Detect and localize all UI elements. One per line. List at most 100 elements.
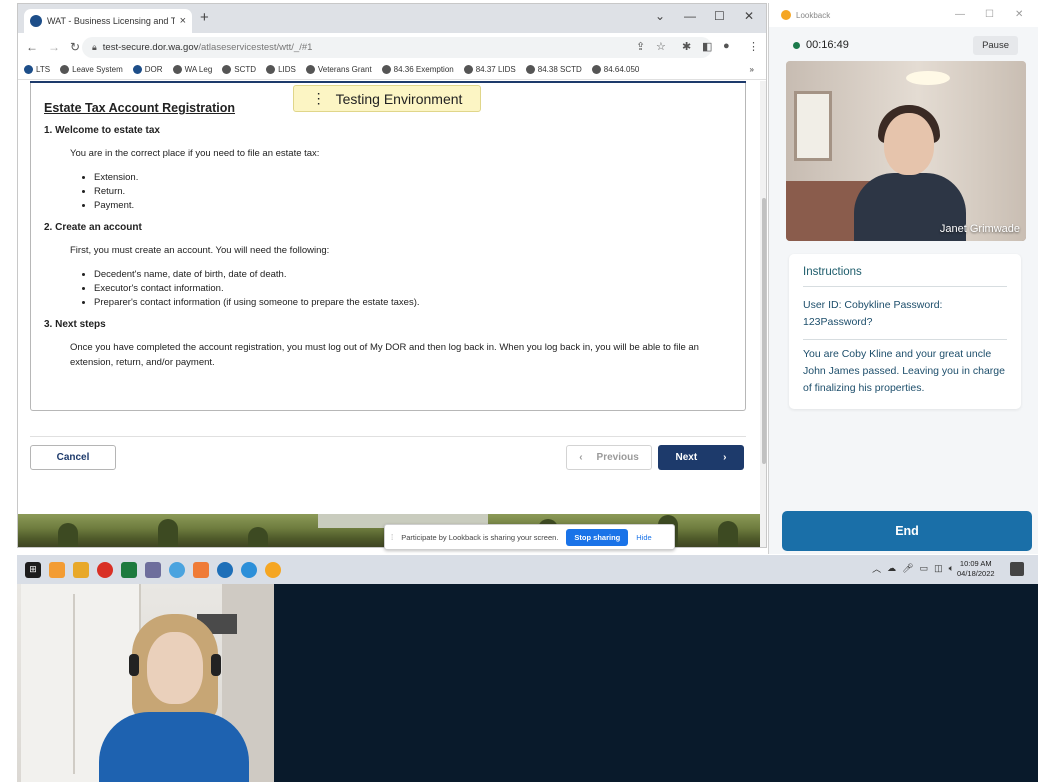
teams-icon[interactable] — [193, 561, 209, 578]
minimize-button[interactable]: — — [684, 9, 696, 23]
instructions-title: Instructions — [803, 266, 1007, 287]
timer-value: 00:16:49 — [806, 39, 849, 51]
end-session-button[interactable]: End — [782, 511, 1032, 551]
scrollbar-thumb[interactable] — [762, 198, 766, 464]
bookmark-item[interactable]: 84.38 SCTD — [525, 65, 582, 74]
bookmark-item[interactable]: LIDS — [266, 65, 296, 74]
chevron-up-icon[interactable]: ︿ — [872, 562, 881, 575]
new-tab-button[interactable]: + — [200, 9, 209, 26]
lock-icon: 🔒︎ — [92, 42, 97, 52]
start-button-icon[interactable]: ⊞ — [25, 561, 41, 578]
list-item: Payment. — [94, 199, 745, 213]
section-2-heading: 2. Create an account — [44, 222, 142, 233]
bookmark-item[interactable]: 84.37 LIDS — [463, 65, 516, 74]
bookmark-icon — [172, 65, 182, 74]
globe-icon — [525, 65, 535, 74]
lookback-taskbar-icon[interactable] — [265, 561, 281, 578]
bookmark-item[interactable]: Veterans Grant — [305, 65, 372, 74]
drag-handle-icon[interactable]: ⁞ — [391, 533, 393, 542]
video-person-face — [884, 113, 934, 175]
next-label: Next — [675, 452, 698, 463]
cancel-button[interactable]: Cancel — [30, 445, 116, 470]
instructions-divider — [803, 339, 1007, 340]
hide-button[interactable]: Hide — [636, 533, 651, 542]
tree-shape — [248, 527, 268, 547]
app-icon[interactable] — [145, 561, 161, 578]
cam-cabinet-seam — [73, 594, 75, 774]
tab-search-icon[interactable]: ⌄ — [655, 9, 665, 23]
minimize-button[interactable]: — — [955, 9, 965, 20]
tab-strip: WAT - Business Licensing and Tax × + ⌄ —… — [18, 4, 766, 33]
close-window-button[interactable]: ✕ — [1015, 9, 1023, 20]
taskbar-clock[interactable]: 10:09 AM 04/18/2022 — [957, 559, 995, 579]
clock-time: 10:09 AM — [959, 559, 992, 568]
battery-icon[interactable]: ▭ — [920, 563, 929, 574]
menu-dots-icon[interactable]: ⋮ — [748, 40, 759, 53]
network-icon[interactable]: ◫ — [934, 563, 943, 574]
section-3-heading: 3. Next steps — [44, 319, 106, 330]
forward-arrow-icon[interactable]: → — [48, 40, 60, 54]
stop-sharing-button[interactable]: Stop sharing — [566, 528, 629, 546]
tab-close-icon[interactable]: × — [180, 15, 186, 27]
section-1-list: Extension. Return. Payment. — [94, 171, 745, 213]
globe-icon — [381, 65, 391, 74]
previous-button[interactable]: ‹ Previous — [566, 445, 652, 470]
recording-timer: 00:16:49 — [793, 39, 849, 51]
maximize-button[interactable]: ☐ — [985, 9, 994, 20]
side-panel-icon[interactable]: ◧ — [702, 40, 712, 53]
globe-icon — [305, 65, 315, 74]
microphone-icon[interactable]: 🎤︎ — [902, 563, 913, 574]
star-icon[interactable]: ☆ — [656, 40, 666, 53]
chevron-left-icon: ‹ — [579, 452, 583, 463]
taskview-icon[interactable] — [49, 561, 65, 578]
next-button[interactable]: Next › — [658, 445, 744, 470]
bookmark-item[interactable]: 84.64.050 — [591, 65, 639, 74]
extensions-icon[interactable]: ✱ — [682, 40, 691, 53]
bookmark-item[interactable]: DOR — [132, 65, 163, 74]
volume-icon[interactable]: 🔈︎ — [949, 563, 954, 574]
testing-environment-banner: ⋮ Testing Environment — [293, 85, 481, 112]
chrome-icon[interactable] — [97, 561, 113, 578]
section-2-text: First, you must create an account. You w… — [70, 245, 330, 256]
browser-icon[interactable] — [169, 561, 185, 578]
list-item: Extension. — [94, 171, 745, 185]
section-1-text: You are in the correct place if you need… — [70, 148, 320, 159]
cloud-icon[interactable]: ☁ — [887, 563, 896, 574]
back-arrow-icon[interactable]: ← — [26, 40, 38, 54]
browser-tab[interactable]: WAT - Business Licensing and Tax × — [24, 9, 192, 33]
bookmark-item[interactable]: Leave System — [60, 65, 123, 74]
kebab-icon: ⋮ — [311, 90, 326, 106]
share-icon[interactable]: ⇪ — [636, 40, 645, 53]
list-item: Preparer's contact information (if using… — [94, 296, 745, 310]
address-bar[interactable]: 🔒︎ test-secure.dor.wa.gov /atlaseservice… — [82, 37, 712, 58]
bookmark-item[interactable]: WA Leg — [172, 65, 212, 74]
section-1-heading: 1. Welcome to estate tax — [44, 125, 160, 136]
pause-button[interactable]: Pause — [973, 35, 1018, 55]
file-explorer-icon[interactable] — [73, 561, 89, 578]
profile-icon[interactable]: ● — [723, 40, 730, 52]
list-item: Return. — [94, 185, 745, 199]
notification-center-icon[interactable] — [1010, 562, 1024, 576]
bookmark-item[interactable]: SCTD — [222, 65, 256, 74]
globe-icon — [266, 65, 276, 74]
bookmark-item[interactable]: 84.36 Exemption — [381, 65, 454, 74]
lookback-panel: Lookback — ☐ ✕ 00:16:49 Pause Janet Grim… — [768, 3, 1038, 554]
tree-shape — [718, 521, 738, 547]
settings-icon[interactable] — [241, 561, 257, 578]
close-window-button[interactable]: ✕ — [744, 9, 754, 23]
page-scrollbar[interactable] — [760, 81, 766, 547]
video-lamp-shape — [906, 71, 950, 85]
headset-right-icon — [211, 654, 221, 676]
excel-icon[interactable] — [121, 561, 137, 578]
tree-shape — [58, 523, 78, 547]
bookmarks-more-button[interactable]: » — [750, 65, 754, 74]
edge-icon[interactable] — [217, 561, 233, 578]
maximize-button[interactable]: ☐ — [714, 9, 725, 23]
screen-share-bar: ⁞ Participate by Lookback is sharing you… — [384, 524, 675, 550]
recording-status-row: 00:16:49 Pause — [769, 29, 1038, 61]
globe-icon — [60, 65, 70, 74]
site-favicon-icon — [30, 15, 42, 27]
reload-icon[interactable]: ↻ — [70, 40, 80, 54]
previous-label: Previous — [596, 452, 639, 463]
bookmark-item[interactable]: LTS — [24, 65, 50, 74]
